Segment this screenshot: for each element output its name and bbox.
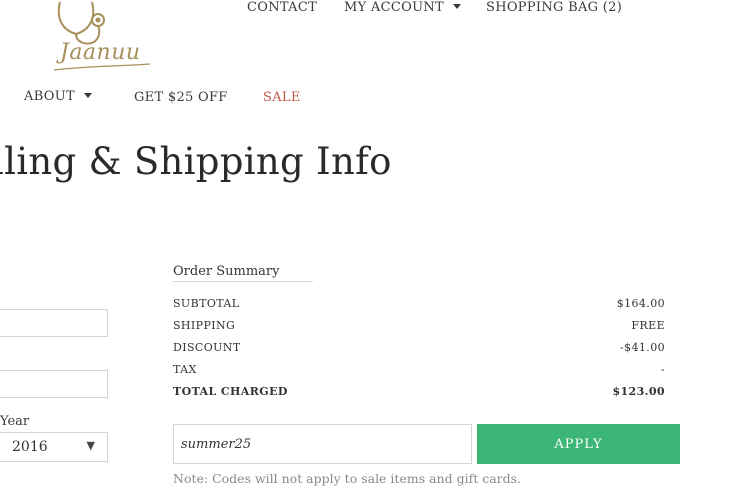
summary-label: TAX (173, 363, 197, 376)
apply-button[interactable]: APPLY (477, 424, 680, 464)
summary-label: DISCOUNT (173, 341, 241, 354)
nav-my-account-link[interactable]: MY ACCOUNT (344, 0, 461, 15)
summary-label: SUBTOTAL (173, 297, 240, 310)
nav-my-account-label: MY ACCOUNT (344, 0, 444, 15)
nav-about-link[interactable]: ABOUT (24, 89, 92, 104)
promo-note: Note: Codes will not apply to sale items… (173, 471, 522, 486)
summary-total-row: TOTAL CHARGED $123.00 (173, 385, 665, 401)
brand-logo[interactable]: Jaanuu (46, 0, 156, 76)
chevron-down-icon (452, 3, 461, 9)
summary-value: -$41.00 (619, 341, 665, 354)
nav-sale-link[interactable]: SALE (263, 90, 301, 105)
summary-total-value: $123.00 (612, 385, 665, 398)
summary-row: TAX - (173, 363, 665, 379)
order-summary-title: Order Summary (173, 264, 313, 282)
summary-label: SHIPPING (173, 319, 236, 332)
nav-shopping-bag-link[interactable]: SHOPPING BAG (2) (486, 0, 622, 15)
year-label: Year (0, 414, 30, 429)
summary-value: FREE (631, 319, 665, 332)
summary-total-label: TOTAL CHARGED (173, 385, 288, 398)
page-title: lling & Shipping Info (0, 140, 392, 183)
summary-row: DISCOUNT -$41.00 (173, 341, 665, 357)
chevron-down-icon (83, 92, 92, 98)
summary-row: SHIPPING FREE (173, 319, 665, 335)
summary-value: $164.00 (616, 297, 665, 310)
promo-code-input[interactable] (173, 424, 472, 464)
nav-get-offer-link[interactable]: GET $25 OFF (134, 90, 228, 105)
summary-row: SUBTOTAL $164.00 (173, 297, 665, 313)
nav-contact-link[interactable]: CONTACT (247, 0, 317, 15)
billing-text-field[interactable] (0, 370, 108, 398)
year-select[interactable]: 2016 ▼ (0, 432, 108, 462)
dropdown-arrow-icon: ▼ (86, 439, 95, 452)
nav-about-label: ABOUT (24, 89, 75, 104)
summary-value: - (660, 363, 665, 376)
logo-wordmark: Jaanuu (60, 40, 141, 65)
main-nav: ABOUT GET $25 OFF SALE (0, 89, 731, 109)
year-select-value: 2016 (12, 439, 48, 455)
billing-text-field[interactable] (0, 309, 108, 337)
